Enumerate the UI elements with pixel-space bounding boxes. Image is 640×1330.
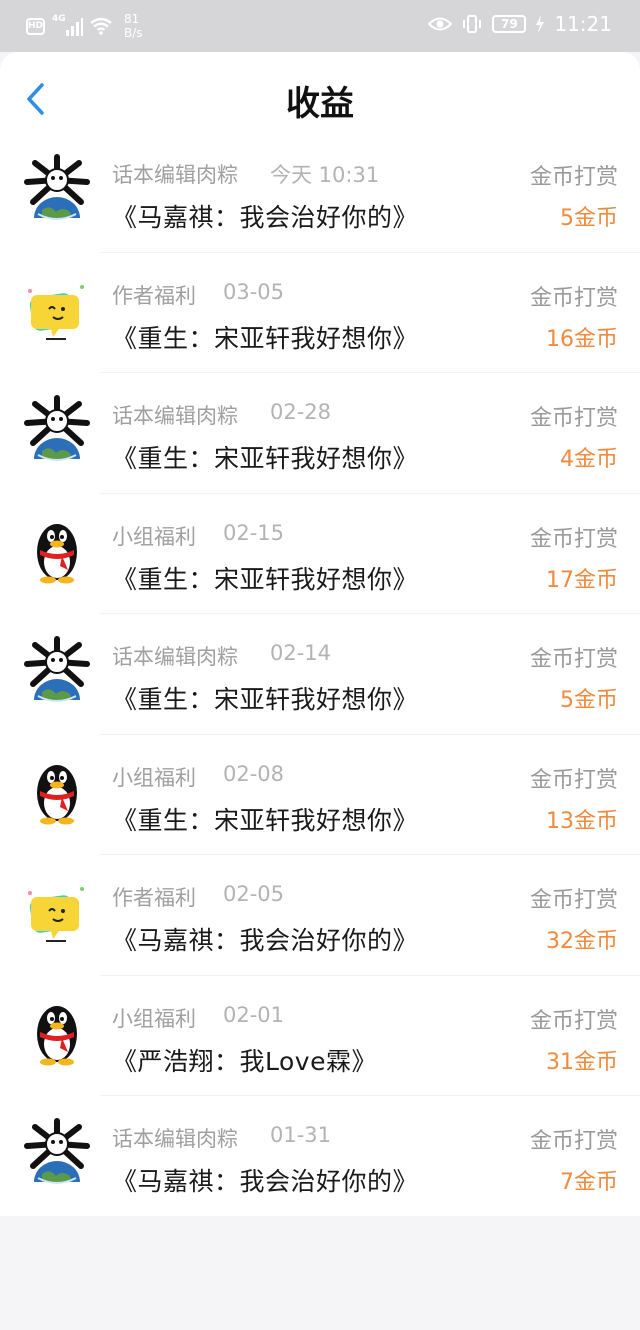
page-title: 收益 <box>286 84 354 124</box>
list-item[interactable]: 话本编辑肉粽 02-28 《重生：宋亚轩我好想你》 金币打赏 4金币 <box>0 373 640 494</box>
eye-icon <box>428 17 453 31</box>
story-title: 《马嘉祺：我会治好你的》 <box>112 926 419 955</box>
sender-name: 小组福利 <box>112 1006 196 1031</box>
penguin-icon <box>37 1005 77 1065</box>
sender-name: 作者福利 <box>112 886 196 910</box>
signal-icon: 4G <box>52 14 83 36</box>
penguin-icon <box>37 764 77 824</box>
reward-type: 金币打赏 <box>529 647 618 672</box>
sender-name: 话本编辑肉粽 <box>112 404 238 428</box>
reward-date: 03-05 <box>223 279 285 304</box>
globe-skull-icon <box>24 636 90 702</box>
reward-date: 02-01 <box>223 1002 285 1027</box>
reward-date: 02-08 <box>223 761 285 786</box>
sender-name: 小组福利 <box>112 765 196 790</box>
clock: 11:21 <box>554 12 612 36</box>
reward-type: 金币打赏 <box>529 1008 618 1034</box>
story-title: 《马嘉祺：我会治好你的》 <box>112 203 419 232</box>
list-item[interactable]: 话本编辑肉粽 01-31 《马嘉祺：我会治好你的》 金币打赏 7金币 <box>0 1096 640 1217</box>
hd-icon: HD <box>26 17 45 35</box>
reward-amount: 31金币 <box>546 1049 618 1075</box>
list-item[interactable]: 小组福利 02-01 《严浩翔：我Love霖》 金币打赏 31金币 <box>0 976 640 1097</box>
globe-skull-icon <box>24 395 90 461</box>
list-item[interactable]: 小组福利 02-15 《重生：宋亚轩我好想你》 金币打赏 17金币 <box>0 494 640 615</box>
reward-date: 02-28 <box>270 400 332 424</box>
reward-type: 金币打赏 <box>529 767 618 793</box>
sender-name: 小组福利 <box>112 524 196 549</box>
reward-amount: 5金币 <box>560 688 618 713</box>
chat-bubble-icon <box>28 284 84 340</box>
reward-type: 金币打赏 <box>529 526 618 552</box>
story-title: 《重生：宋亚轩我好想你》 <box>112 685 419 714</box>
vibrate-icon <box>463 15 482 33</box>
reward-amount: 5金币 <box>560 206 618 231</box>
sender-name: 话本编辑肉粽 <box>112 1127 238 1151</box>
reward-date: 02-15 <box>223 520 285 545</box>
reward-amount: 17金币 <box>546 567 618 593</box>
reward-type: 金币打赏 <box>529 285 618 311</box>
story-title: 《重生：宋亚轩我好想你》 <box>112 564 419 594</box>
empty-area <box>0 1216 640 1330</box>
earnings-list: 话本编辑肉粽 今天 10:31 《马嘉祺：我会治好你的》 金币打赏 5金币 作者… <box>0 132 640 1217</box>
reward-amount: 13金币 <box>546 808 618 834</box>
sender-name: 话本编辑肉粽 <box>112 645 238 669</box>
list-item[interactable]: 小组福利 02-08 《重生：宋亚轩我好想你》 金币打赏 13金币 <box>0 735 640 856</box>
reward-amount: 4金币 <box>560 447 618 472</box>
charging-icon <box>536 15 545 33</box>
list-item[interactable]: 话本编辑肉粽 今天 10:31 《马嘉祺：我会治好你的》 金币打赏 5金币 <box>0 132 640 253</box>
penguin-icon <box>37 523 77 583</box>
battery-icon: 79 <box>492 15 527 33</box>
story-title: 《重生：宋亚轩我好想你》 <box>112 805 419 835</box>
page-header: 收益 <box>0 52 640 132</box>
globe-skull-icon <box>24 154 90 220</box>
story-title: 《马嘉祺：我会治好你的》 <box>112 1167 419 1196</box>
chat-bubble-icon <box>28 887 84 942</box>
sender-name: 话本编辑肉粽 <box>112 163 238 187</box>
reward-amount: 7金币 <box>560 1170 618 1195</box>
wifi-icon <box>90 17 112 35</box>
reward-amount: 16金币 <box>546 326 618 352</box>
reward-type: 金币打赏 <box>529 1129 618 1154</box>
reward-type: 金币打赏 <box>529 165 618 190</box>
list-item[interactable]: 作者福利 03-05 《重生：宋亚轩我好想你》 金币打赏 16金币 <box>0 253 640 374</box>
reward-type: 金币打赏 <box>529 406 618 431</box>
story-title: 《重生：宋亚轩我好想你》 <box>112 323 419 353</box>
list-item[interactable]: 作者福利 02-05 《马嘉祺：我会治好你的》 金币打赏 32金币 <box>0 855 640 976</box>
reward-amount: 32金币 <box>546 929 618 954</box>
sender-name: 作者福利 <box>112 283 196 308</box>
list-item[interactable]: 话本编辑肉粽 02-14 《重生：宋亚轩我好想你》 金币打赏 5金币 <box>0 614 640 735</box>
network-speed: 81 B/s <box>124 12 143 40</box>
globe-skull-icon <box>24 1118 90 1184</box>
story-title: 《重生：宋亚轩我好想你》 <box>112 444 419 473</box>
reward-date: 今天 10:31 <box>270 163 380 187</box>
reward-date: 02-05 <box>223 882 285 906</box>
story-title: 《严浩翔：我Love霖》 <box>112 1046 377 1076</box>
status-bar: HD 4G 81 B/s 79 11:21 <box>0 0 640 52</box>
reward-date: 02-14 <box>270 641 332 665</box>
network-type: 4G <box>52 14 66 24</box>
reward-type: 金币打赏 <box>529 888 618 913</box>
reward-date: 01-31 <box>270 1123 332 1147</box>
